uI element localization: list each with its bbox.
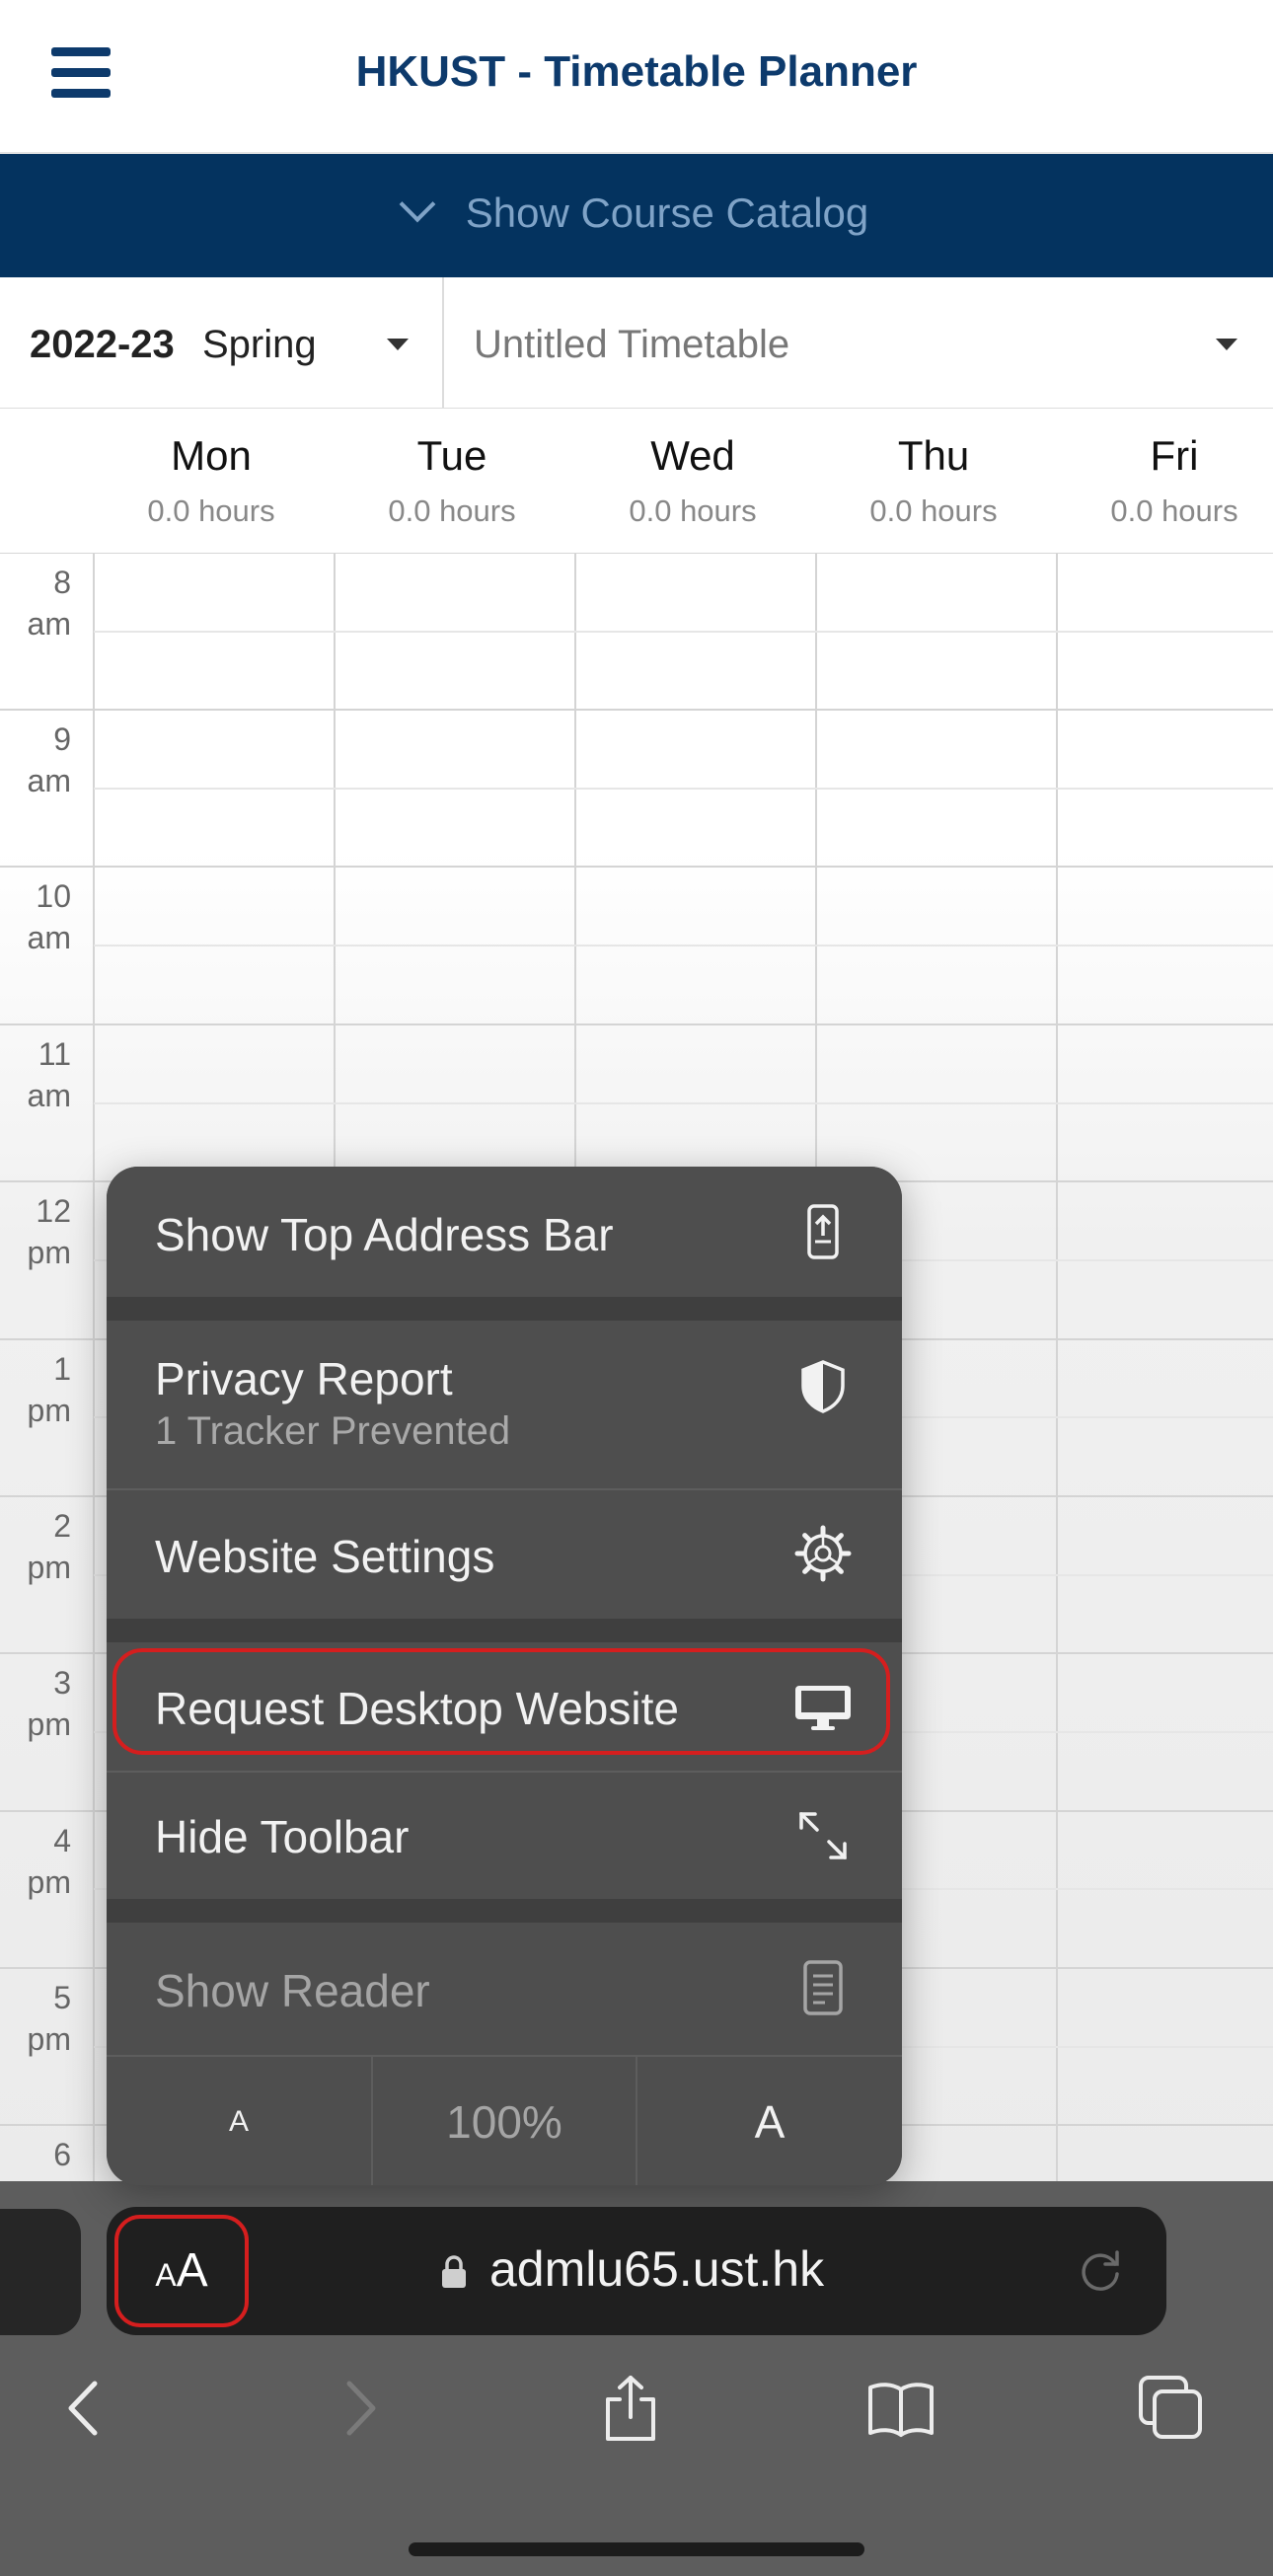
selector-row: 2022-23 Spring Untitled Timetable xyxy=(0,277,1273,410)
decrease-font-button[interactable]: A xyxy=(107,2057,371,2185)
time-label: 8 am xyxy=(27,565,71,642)
day-column-fri: Fri 0.0 hours xyxy=(1054,432,1273,529)
back-arrow-icon[interactable] xyxy=(49,2374,118,2443)
day-name: Fri xyxy=(1150,432,1199,479)
day-name: Wed xyxy=(650,432,735,479)
term-select[interactable]: 2022-23 Spring xyxy=(0,277,444,408)
highlight-box xyxy=(112,1648,890,1755)
timetable-name: Untitled Timetable xyxy=(474,323,790,366)
expand-arrows-icon xyxy=(799,1812,847,1859)
reload-icon[interactable] xyxy=(1074,2244,1127,2298)
time-label: 4 pm xyxy=(27,1823,71,1900)
menu-item-show-top-address-bar[interactable]: Show Top Address Bar xyxy=(107,1167,902,1297)
time-label: 3 pm xyxy=(27,1665,71,1742)
menu-item-show-reader: Show Reader xyxy=(107,1923,902,2055)
menu-item-label: Website Settings xyxy=(155,1531,495,1582)
day-name: Thu xyxy=(897,432,970,479)
page-menu-popup: Show Top Address Bar Privacy Report 1 Tr… xyxy=(107,1167,902,2185)
day-name: Tue xyxy=(416,432,487,479)
page-format-button[interactable]: AA xyxy=(114,2215,249,2327)
reader-document-icon xyxy=(803,1960,843,2015)
term-semester: Spring xyxy=(202,323,317,366)
caret-down-icon xyxy=(1216,339,1237,350)
day-column-tue: Tue 0.0 hours xyxy=(332,432,572,529)
day-column-wed: Wed 0.0 hours xyxy=(572,432,813,529)
forward-arrow-icon[interactable] xyxy=(326,2374,395,2443)
catalog-label: Show Course Catalog xyxy=(465,189,869,236)
tabs-icon[interactable] xyxy=(1137,2374,1206,2443)
bookmarks-book-icon[interactable] xyxy=(866,2374,936,2443)
time-label: 2 pm xyxy=(27,1508,71,1585)
time-label: 1 pm xyxy=(27,1351,71,1428)
share-icon[interactable] xyxy=(596,2374,665,2443)
time-label: 6 xyxy=(53,2137,71,2172)
time-label: 12 pm xyxy=(27,1193,71,1270)
menu-item-sublabel: 1 Tracker Prevented xyxy=(155,1409,511,1453)
timetable-select[interactable]: Untitled Timetable xyxy=(444,277,1273,408)
day-column-mon: Mon 0.0 hours xyxy=(91,432,332,529)
menu-item-label: Show Reader xyxy=(155,1965,430,2016)
time-label: 10 am xyxy=(27,878,71,955)
menu-item-website-settings[interactable]: Website Settings xyxy=(107,1490,902,1619)
show-course-catalog-button[interactable]: Show Course Catalog xyxy=(0,154,1273,277)
phone-arrow-up-icon xyxy=(807,1204,839,1259)
day-hours: 0.0 hours xyxy=(1110,493,1238,528)
day-header: Mon 0.0 hours Tue 0.0 hours Wed 0.0 hour… xyxy=(0,409,1273,555)
gear-icon xyxy=(794,1525,852,1582)
term-year: 2022-23 xyxy=(30,323,175,366)
menu-item-label: Hide Toolbar xyxy=(155,1811,410,1862)
app-header: HKUST - Timetable Planner xyxy=(0,0,1273,154)
page-title: HKUST - Timetable Planner xyxy=(355,47,918,96)
time-label: 9 am xyxy=(27,721,71,798)
day-column-thu: Thu 0.0 hours xyxy=(813,432,1054,529)
zoom-level[interactable]: 100% xyxy=(373,2057,636,2185)
address-bar[interactable]: AA admlu65.ust.hk xyxy=(107,2207,1166,2335)
chevron-down-icon xyxy=(399,186,436,223)
menu-item-privacy-report[interactable]: Privacy Report 1 Tracker Prevented xyxy=(107,1321,902,1488)
menu-item-label: Show Top Address Bar xyxy=(155,1209,614,1260)
time-label: 5 pm xyxy=(27,1980,71,2057)
previous-tab-preview[interactable] xyxy=(0,2209,81,2335)
time-label: 11 am xyxy=(27,1036,71,1113)
lock-icon xyxy=(442,2255,466,2288)
day-hours: 0.0 hours xyxy=(388,493,516,528)
day-hours: 0.0 hours xyxy=(869,493,998,528)
day-hours: 0.0 hours xyxy=(147,493,275,528)
url-text: admlu65.ust.hk xyxy=(489,2241,825,2297)
increase-font-button[interactable]: A xyxy=(637,2057,902,2185)
day-hours: 0.0 hours xyxy=(629,493,757,528)
day-name: Mon xyxy=(171,432,252,479)
font-size-controls: A 100% A xyxy=(107,2055,902,2185)
caret-down-icon xyxy=(387,339,409,350)
shield-icon xyxy=(801,1360,845,1413)
menu-item-label: Privacy Report xyxy=(155,1353,453,1404)
home-indicator xyxy=(409,2542,864,2556)
menu-item-hide-toolbar[interactable]: Hide Toolbar xyxy=(107,1773,902,1899)
